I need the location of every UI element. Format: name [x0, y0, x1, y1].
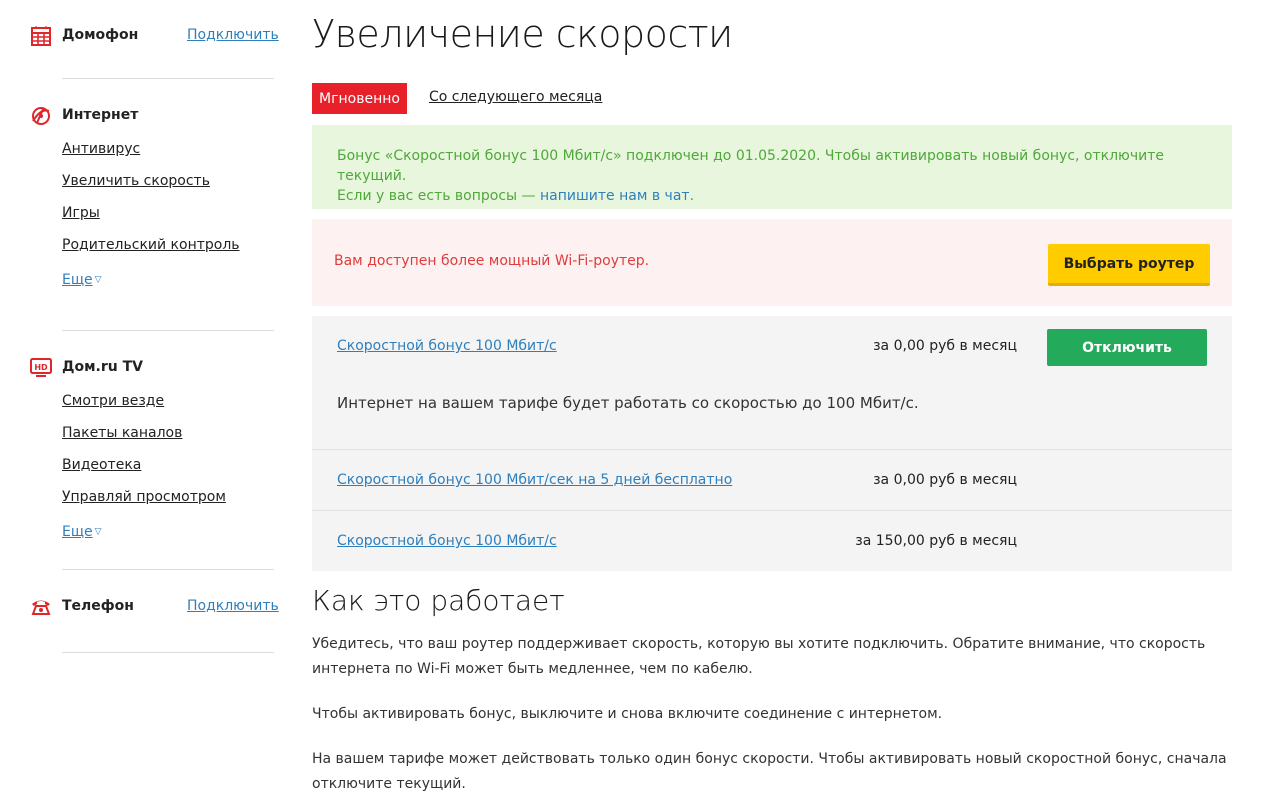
speed-bonus-item: Скоростной бонус 100 Мбит/сек на 5 дней …	[312, 450, 1232, 510]
disable-bonus-button[interactable]: Отключить	[1047, 329, 1207, 366]
page-title: Увеличение скорости	[312, 12, 733, 56]
notice-line: Бонус «Скоростной бонус 100 Мбит/с» подк…	[337, 148, 1164, 184]
phone-connect-link[interactable]: Подключить	[187, 598, 279, 614]
sidebar-item-manage-viewing[interactable]: Управляй просмотром	[62, 489, 226, 505]
sidebar-section-internet	[30, 104, 52, 128]
router-upgrade-notice: Вам доступен более мощный Wi-Fi-роутер. …	[312, 219, 1232, 306]
sidebar-item-games[interactable]: Игры	[62, 205, 100, 221]
notice-text: Если у вас есть вопросы —	[337, 188, 540, 204]
sidebar-section-domofon	[30, 24, 52, 48]
speed-bonus-price: за 0,00 руб в месяц	[873, 472, 1017, 488]
sidebar-divider	[62, 652, 274, 653]
write-to-chat-link[interactable]: напишите нам в чат	[540, 188, 690, 204]
tab-next-month[interactable]: Со следующего месяца	[429, 89, 602, 105]
speed-bonus-item: Скоростной бонус 100 Мбит/с за 150,00 ру…	[312, 511, 1232, 571]
notice-line: Если у вас есть вопросы — напишите нам в…	[337, 186, 1217, 206]
speed-bonus-name[interactable]: Скоростной бонус 100 Мбит/сек на 5 дней …	[337, 472, 732, 488]
sidebar-title-internet: Интернет	[62, 107, 139, 123]
sidebar-title-domofon: Домофон	[62, 27, 139, 43]
active-bonus-notice-text: Бонус «Скоростной бонус 100 Мбит/с» подк…	[337, 146, 1217, 206]
sidebar-item-parental-control[interactable]: Родительский контроль	[62, 237, 240, 253]
sidebar-divider	[62, 569, 274, 570]
how-it-works-title: Как это работает	[312, 584, 565, 617]
speed-bonus-name[interactable]: Скоростной бонус 100 Мбит/с	[337, 533, 557, 549]
telephone-icon	[30, 596, 52, 618]
how-it-works-paragraph: Чтобы активировать бонус, выключите и сн…	[312, 706, 943, 722]
more-label: Еще	[62, 524, 93, 540]
chevron-down-icon: ▽	[94, 527, 102, 537]
active-bonus-notice: Бонус «Скоростной бонус 100 Мбит/с» подк…	[312, 125, 1232, 209]
sidebar-divider	[62, 78, 274, 79]
speed-bonus-price: за 0,00 руб в месяц	[873, 338, 1017, 354]
tab-instant[interactable]: Мгновенно	[312, 83, 407, 114]
sidebar-item-watch-everywhere[interactable]: Смотри везде	[62, 393, 164, 409]
notice-text: .	[689, 188, 695, 204]
router-upgrade-text: Вам доступен более мощный Wi-Fi-роутер.	[334, 253, 650, 269]
sidebar-title-tv: Дом.ru TV	[62, 359, 143, 375]
sidebar-item-channel-packages[interactable]: Пакеты каналов	[62, 425, 182, 441]
intercom-grid-icon	[30, 25, 52, 47]
domofon-connect-link[interactable]: Подключить	[187, 27, 279, 43]
svg-text:HD: HD	[34, 363, 48, 372]
sidebar-item-speed-up[interactable]: Увеличить скорость	[62, 173, 210, 189]
choose-router-button[interactable]: Выбрать роутер	[1048, 244, 1210, 286]
how-it-works-paragraph: Убедитесь, что ваш роутер поддерживает с…	[312, 636, 1206, 677]
tv-more-link[interactable]: Еще ▽	[62, 524, 102, 540]
sidebar-divider	[62, 330, 274, 331]
hd-tv-icon: HD	[30, 357, 52, 379]
internet-more-link[interactable]: Еще ▽	[62, 272, 102, 288]
speed-bonus-name[interactable]: Скоростной бонус 100 Мбит/с	[337, 338, 557, 354]
speed-bonus-price: за 150,00 руб в месяц	[855, 533, 1017, 549]
chevron-down-icon: ▽	[94, 275, 102, 285]
sidebar-section-tv: HD	[30, 356, 52, 380]
how-it-works-paragraph: На вашем тарифе может действовать только…	[312, 751, 1227, 792]
sidebar-title-phone: Телефон	[62, 598, 134, 614]
internet-globe-icon	[30, 105, 52, 127]
sidebar-section-phone	[30, 595, 52, 619]
sidebar-item-antivirus[interactable]: Антивирус	[62, 141, 140, 157]
more-label: Еще	[62, 272, 93, 288]
speed-bonus-description: Интернет на вашем тарифе будет работать …	[337, 394, 919, 412]
sidebar-item-video-library[interactable]: Видеотека	[62, 457, 141, 473]
speed-bonus-item: Скоростной бонус 100 Мбит/с за 0,00 руб …	[312, 316, 1232, 449]
